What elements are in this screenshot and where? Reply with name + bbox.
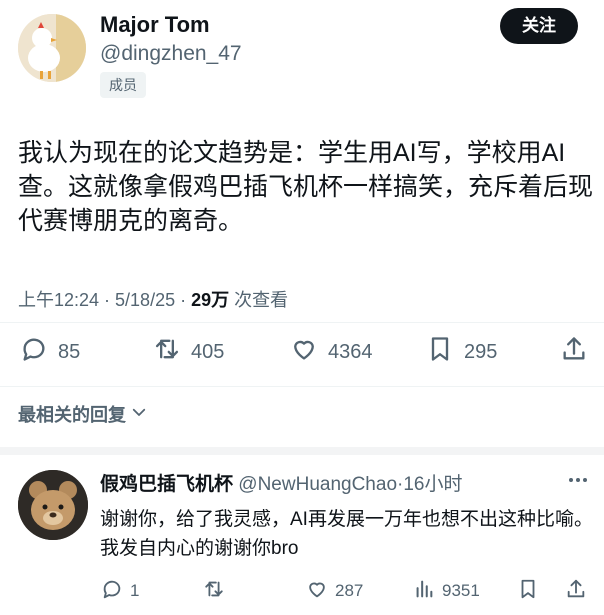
reply-like-action[interactable]: 287 bbox=[306, 578, 363, 604]
reply-count: 85 bbox=[58, 340, 81, 363]
bookmark-count: 295 bbox=[464, 340, 498, 363]
author-name[interactable]: Major Tom bbox=[100, 12, 210, 38]
share-button[interactable] bbox=[560, 336, 588, 368]
post-meta: 上午12:24 · 5/18/25 · 29万 次查看 bbox=[18, 286, 288, 312]
author-handle[interactable]: @dingzhen_47 bbox=[100, 42, 242, 66]
member-badge: 成员 bbox=[100, 72, 146, 98]
views-label: 次查看 bbox=[229, 290, 289, 310]
sort-label: 最相关的回复 bbox=[18, 405, 126, 425]
repost-action[interactable]: 405 bbox=[153, 336, 224, 368]
reply-icon bbox=[101, 578, 123, 605]
share-icon bbox=[565, 578, 587, 605]
reply-share-button[interactable] bbox=[565, 578, 587, 604]
section-separator bbox=[0, 447, 604, 455]
tweet-detail-page: Major Tom @dingzhen_47 成员 关注 我认为现在的论文趋势是… bbox=[0, 0, 604, 615]
author-avatar[interactable] bbox=[18, 14, 86, 82]
reply-header: 假鸡巴插飞机杯 @NewHuangChao·16小时 bbox=[100, 469, 462, 496]
reply-icon bbox=[20, 335, 48, 369]
like-action[interactable]: 4364 bbox=[290, 336, 373, 368]
more-icon[interactable] bbox=[566, 470, 590, 490]
like-icon bbox=[290, 335, 318, 369]
reply-author-handle[interactable]: @NewHuangChao bbox=[238, 474, 397, 495]
divider bbox=[0, 386, 604, 387]
views-icon bbox=[413, 578, 435, 605]
reply-text: 谢谢你，给了我灵感，AI再发展一万年也想不出这种比喻。我发自内心的谢谢你bro bbox=[100, 509, 593, 559]
reply-reply-count: 1 bbox=[130, 581, 140, 600]
repost-icon bbox=[203, 578, 225, 605]
chevron-down-icon bbox=[130, 403, 148, 426]
repost-count: 405 bbox=[191, 340, 225, 363]
reply-author-name[interactable]: 假鸡巴插飞机杯 bbox=[100, 474, 233, 495]
reply-views-action[interactable]: 9351 bbox=[413, 578, 480, 604]
divider bbox=[0, 322, 604, 323]
reply-views-count: 9351 bbox=[442, 581, 480, 600]
post-timestamp[interactable]: 上午12:24 · 5/18/25 · bbox=[18, 290, 191, 310]
bookmark-icon bbox=[426, 335, 454, 369]
post-text: 我认为现在的论文趋势是：学生用AI写，学校用AI查。这就像拿假鸡巴插飞机杯一样搞… bbox=[18, 139, 594, 235]
bookmark-action[interactable]: 295 bbox=[426, 336, 497, 368]
reply-author-avatar[interactable] bbox=[18, 470, 88, 540]
reply-reply-action[interactable]: 1 bbox=[101, 578, 139, 604]
reply-like-count: 287 bbox=[335, 581, 364, 600]
reply-time[interactable]: ·16小时 bbox=[397, 474, 462, 495]
repost-icon bbox=[153, 335, 181, 369]
bookmark-icon bbox=[517, 578, 539, 605]
reply-sort-dropdown[interactable]: 最相关的回复 bbox=[18, 401, 148, 427]
views-count: 29万 bbox=[191, 290, 230, 310]
reply-bookmark-action[interactable] bbox=[517, 578, 539, 604]
like-icon bbox=[306, 578, 328, 605]
reply-repost-action[interactable] bbox=[203, 578, 225, 604]
share-icon bbox=[560, 335, 588, 369]
reply-action[interactable]: 85 bbox=[20, 336, 80, 368]
like-count: 4364 bbox=[328, 340, 373, 363]
follow-button[interactable]: 关注 bbox=[500, 8, 578, 44]
